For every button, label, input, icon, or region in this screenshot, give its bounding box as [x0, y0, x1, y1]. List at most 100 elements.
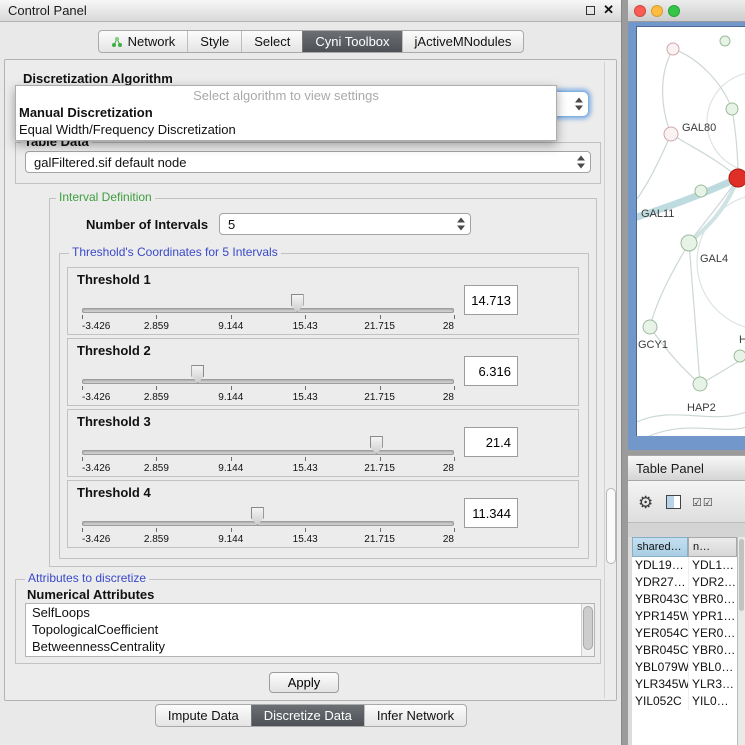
mac-close-icon[interactable]: [634, 5, 646, 17]
dropdown-option-equal-width-frequency[interactable]: Equal Width/Frequency Discretization: [16, 121, 556, 138]
close-icon[interactable]: ✕: [603, 2, 614, 18]
list-scrollbar[interactable]: [581, 604, 594, 656]
threshold-2-value-field[interactable]: [464, 356, 518, 386]
dropdown-placeholder-option[interactable]: Select algorithm to view settings: [16, 87, 556, 104]
select-columns-icon[interactable]: ☑☑: [692, 496, 714, 509]
mac-minimize-icon[interactable]: [651, 5, 663, 17]
cell-shared-name[interactable]: YBR043C: [632, 591, 688, 608]
number-of-intervals-combobox[interactable]: 5: [219, 213, 471, 235]
tick-label: 9.144: [218, 321, 243, 332]
threshold-3-value-field[interactable]: [464, 427, 518, 457]
table-row[interactable]: YDL19…YDL1…: [632, 557, 737, 574]
node[interactable]: [734, 350, 745, 362]
node-gal80[interactable]: [664, 127, 678, 141]
node[interactable]: [695, 185, 707, 197]
table-data-combobox[interactable]: galFiltered.sif default node: [25, 151, 591, 173]
tick-label: 28: [443, 534, 454, 545]
table-scrollbar-thumb[interactable]: [739, 539, 744, 611]
tab-impute-data-label: Impute Data: [168, 705, 239, 726]
node-gcy1[interactable]: [643, 320, 657, 334]
tab-infer-network[interactable]: Infer Network: [364, 705, 466, 726]
slider-ticks: [82, 457, 454, 462]
node[interactable]: [667, 43, 679, 55]
cell-shared-name[interactable]: YIL052C: [632, 693, 688, 710]
tick-label: -3.426: [82, 463, 110, 474]
toolbar-spacer: [628, 523, 745, 537]
table-row[interactable]: YLR345WYLR3…: [632, 676, 737, 693]
settings-gear-icon[interactable]: ⚙: [638, 493, 653, 513]
network-graph: GAL80 GAL11 GAL4 GCY1 HAP2 H: [637, 27, 745, 436]
table-scrollbar[interactable]: [737, 537, 745, 745]
mac-zoom-icon[interactable]: [668, 5, 680, 17]
cell-name[interactable]: YBR0…: [688, 591, 737, 608]
tab-style-label: Style: [200, 31, 229, 52]
column-header-shared-name[interactable]: shared…: [632, 537, 688, 557]
tab-infer-network-label: Infer Network: [377, 705, 454, 726]
tick-label: 9.144: [218, 463, 243, 474]
network-canvas[interactable]: GAL80 GAL11 GAL4 GCY1 HAP2 H: [636, 26, 745, 436]
cell-name[interactable]: YLR3…: [688, 676, 737, 693]
tab-impute-data[interactable]: Impute Data: [156, 705, 251, 726]
cell-name[interactable]: YPR1…: [688, 608, 737, 625]
panel-scrollbar[interactable]: [604, 62, 616, 698]
table-row[interactable]: YIL052CYIL0…: [632, 693, 737, 710]
node-selected-red[interactable]: [729, 169, 745, 187]
threshold-2-slider[interactable]: -3.426 2.859 9.144 15.43 21.715 28: [82, 361, 454, 405]
table-row[interactable]: YBR043CYBR0…: [632, 591, 737, 608]
cell-name[interactable]: YER0…: [688, 625, 737, 642]
node[interactable]: [726, 103, 738, 115]
list-scrollbar-thumb[interactable]: [583, 606, 593, 650]
cell-name[interactable]: YBR0…: [688, 642, 737, 659]
list-item-betweennesscentrality[interactable]: BetweennessCentrality: [26, 638, 594, 655]
node-label-partial: H: [739, 334, 745, 346]
interval-definition-group-label: Interval Definition: [56, 191, 155, 204]
table-panel-area: ⚙ ☑☑ shared… n… YDL19…YDL1… YDR27…YDR2… …: [628, 481, 745, 745]
tab-cyni-toolbox[interactable]: Cyni Toolbox: [302, 31, 401, 52]
columns-icon[interactable]: [666, 495, 681, 509]
control-panel-titlebar[interactable]: Control Panel ✕: [0, 0, 621, 22]
table-row[interactable]: YDR27…YDR2…: [632, 574, 737, 591]
network-view-window: GAL80 GAL11 GAL4 GCY1 HAP2 H: [628, 0, 745, 450]
node-hap2[interactable]: [693, 377, 707, 391]
dropdown-option-manual-discretization[interactable]: Manual Discretization: [16, 104, 556, 121]
threshold-1-slider[interactable]: -3.426 2.859 9.144 15.43 21.715 28: [82, 290, 454, 334]
threshold-4-value-field[interactable]: [464, 498, 518, 528]
apply-button[interactable]: Apply: [269, 672, 339, 693]
network-window-titlebar[interactable]: [628, 0, 745, 22]
tab-style[interactable]: Style: [187, 31, 241, 52]
threshold-3-slider[interactable]: -3.426 2.859 9.144 15.43 21.715 28: [82, 432, 454, 476]
cell-shared-name[interactable]: YBL079W: [632, 659, 688, 676]
combo-stepper-icon: [574, 98, 584, 111]
tab-discretize-data[interactable]: Discretize Data: [251, 705, 364, 726]
tab-network[interactable]: Network: [99, 31, 188, 52]
numerical-attributes-list[interactable]: SelfLoops TopologicalCoefficient Between…: [25, 603, 595, 657]
threshold-1-value-field[interactable]: [464, 285, 518, 315]
threshold-4-slider[interactable]: -3.426 2.859 9.144 15.43 21.715 28: [82, 503, 454, 547]
column-header-name[interactable]: n…: [688, 537, 737, 557]
table-row[interactable]: YER054CYER0…: [632, 625, 737, 642]
node-table: YDL19…YDL1… YDR27…YDR2… YBR043CYBR0… YPR…: [632, 557, 737, 745]
float-window-icon[interactable]: [586, 6, 595, 15]
cell-name[interactable]: YIL0…: [688, 693, 737, 710]
table-row[interactable]: YBR045CYBR0…: [632, 642, 737, 659]
discretization-algorithm-label: Discretization Algorithm: [23, 71, 173, 86]
cell-shared-name[interactable]: YDR27…: [632, 574, 688, 591]
cell-shared-name[interactable]: YBR045C: [632, 642, 688, 659]
cell-name[interactable]: YDL1…: [688, 557, 737, 574]
cell-shared-name[interactable]: YPR145W: [632, 608, 688, 625]
node-gal4[interactable]: [681, 235, 697, 251]
panel-scrollbar-thumb[interactable]: [606, 488, 616, 564]
table-panel-titlebar[interactable]: Table Panel: [628, 455, 745, 481]
cell-name[interactable]: YBL0…: [688, 659, 737, 676]
tab-jactivemodules[interactable]: jActiveMNodules: [402, 31, 524, 52]
node[interactable]: [720, 36, 730, 46]
cell-shared-name[interactable]: YDL19…: [632, 557, 688, 574]
table-row[interactable]: YBL079WYBL0…: [632, 659, 737, 676]
tab-select[interactable]: Select: [241, 31, 302, 52]
cell-shared-name[interactable]: YER054C: [632, 625, 688, 642]
list-item-selfloops[interactable]: SelfLoops: [26, 604, 594, 621]
table-row[interactable]: YPR145WYPR1…: [632, 608, 737, 625]
cell-name[interactable]: YDR2…: [688, 574, 737, 591]
list-item-topologicalcoefficient[interactable]: TopologicalCoefficient: [26, 621, 594, 638]
cell-shared-name[interactable]: YLR345W: [632, 676, 688, 693]
